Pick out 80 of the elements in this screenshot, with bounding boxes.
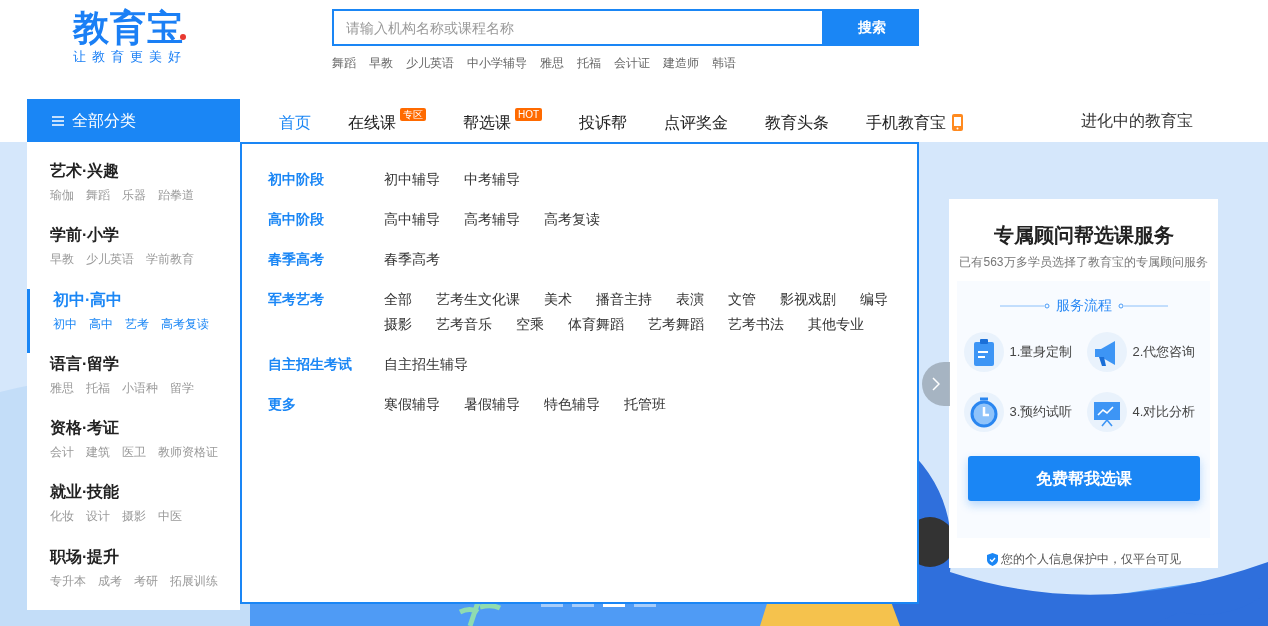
step-label: 2.代您咨询: [1132, 343, 1196, 362]
course-link[interactable]: 高考复读: [544, 208, 600, 230]
nav-tab[interactable]: 投诉帮: [579, 107, 628, 134]
course-link[interactable]: 春季高考: [384, 248, 440, 270]
course-link[interactable]: 体育舞蹈: [568, 313, 624, 335]
hot-search-link[interactable]: 韩语: [712, 54, 736, 72]
subcategory-link[interactable]: 艺考: [125, 314, 149, 333]
all-categories-button[interactable]: 全部分类: [27, 99, 240, 142]
course-link[interactable]: 艺考生文化课: [436, 288, 520, 310]
card-subtitle: 已有563万多学员选择了教育宝的专属顾问服务: [959, 254, 1208, 271]
section-heading[interactable]: 更多: [268, 393, 384, 415]
chevron-right-icon: [932, 377, 940, 391]
card-title: 专属顾问帮选课服务: [993, 223, 1174, 248]
hot-search-link[interactable]: 早教: [369, 54, 393, 72]
course-link[interactable]: 托管班: [624, 393, 666, 415]
course-link[interactable]: 编导: [860, 288, 888, 310]
hot-search-link[interactable]: 少儿英语: [406, 54, 454, 72]
step-label: 3.预约试听: [1009, 403, 1073, 422]
divider-line-icon: [1117, 302, 1168, 309]
step-label: 1.量身定制: [1009, 343, 1073, 362]
course-link[interactable]: 摄影: [384, 313, 412, 335]
course-link[interactable]: 自主招生辅导: [384, 353, 468, 375]
section-heading[interactable]: 自主招生考试: [268, 353, 384, 375]
course-link[interactable]: 中考辅导: [464, 168, 520, 190]
search-field[interactable]: 请输入机构名称或课程名称: [332, 9, 824, 46]
divider-line-icon: [999, 302, 1050, 309]
nav-badge: HOT: [515, 107, 543, 121]
nav-tab[interactable]: 教育头条: [765, 107, 830, 134]
course-link[interactable]: 初中辅导: [384, 168, 440, 190]
hot-search-link[interactable]: 会计证: [614, 54, 650, 72]
dot-icon: [180, 34, 186, 40]
hot-search-link[interactable]: 托福: [577, 54, 601, 72]
logo-slogan: 让教育更美好: [73, 49, 188, 65]
process-title: 服务流程: [1055, 296, 1112, 315]
course-link[interactable]: 表演: [676, 288, 704, 310]
menu-icon: [52, 115, 64, 126]
course-link[interactable]: 美术: [544, 288, 572, 310]
phone-icon: [952, 113, 964, 131]
nav-tab[interactable]: 在线课 专区: [348, 107, 426, 134]
nav-tab[interactable]: 帮选课 HOT: [463, 107, 543, 134]
course-link[interactable]: 寒假辅导: [384, 393, 440, 415]
nav-tab[interactable]: 首页: [279, 107, 311, 134]
hot-search-link[interactable]: 建造师: [663, 54, 699, 72]
privacy-note: 您的个人信息保护中，仅平台可见: [1000, 551, 1181, 568]
course-link[interactable]: 空乘: [516, 313, 544, 335]
free-course-selection-button[interactable]: 免费帮我选课: [967, 456, 1200, 501]
presentation-board-icon: [1086, 392, 1127, 432]
subcategory-link[interactable]: 初中: [53, 314, 77, 333]
section-heading[interactable]: 高中阶段: [268, 208, 384, 230]
course-link[interactable]: 播音主持: [596, 288, 652, 310]
course-link[interactable]: 特色辅导: [544, 393, 600, 415]
section-heading[interactable]: 军考艺考: [268, 288, 384, 310]
megaphone-icon: [1086, 332, 1127, 372]
course-link[interactable]: 高考辅导: [464, 208, 520, 230]
course-link[interactable]: 艺考音乐: [436, 313, 492, 335]
carousel-next-button[interactable]: [922, 362, 950, 406]
stopwatch-icon: [963, 392, 1004, 432]
hot-search-link[interactable]: 舞蹈: [332, 54, 356, 72]
course-link[interactable]: 暑假辅导: [464, 393, 520, 415]
nav-link[interactable]: 进化中的教育宝: [1081, 108, 1193, 133]
nav-tab[interactable]: 手机教育宝: [866, 107, 964, 134]
nav-badge: 专区: [400, 107, 426, 121]
section-heading[interactable]: 初中阶段: [268, 168, 384, 190]
logo-title[interactable]: 教育宝: [73, 8, 184, 48]
course-link[interactable]: 文管: [728, 288, 756, 310]
search-button[interactable]: 搜索: [824, 9, 919, 46]
course-link[interactable]: 艺考舞蹈: [648, 313, 704, 335]
course-link[interactable]: 艺考书法: [728, 313, 784, 335]
hot-search-link[interactable]: 雅思: [540, 54, 564, 72]
subcategory-link[interactable]: 高中: [89, 314, 113, 333]
course-link[interactable]: 高中辅导: [384, 208, 440, 230]
step-label: 4.对比分析: [1132, 403, 1196, 422]
hot-search-link[interactable]: 中小学辅导: [467, 54, 527, 72]
course-link[interactable]: 全部: [384, 288, 412, 310]
clipboard-icon: [963, 332, 1004, 372]
course-link[interactable]: 影视戏剧: [780, 288, 836, 310]
section-heading[interactable]: 春季高考: [268, 248, 384, 270]
nav-tab[interactable]: 点评奖金: [664, 107, 729, 134]
subcategory-link[interactable]: 高考复读: [161, 314, 209, 333]
course-link[interactable]: 其他专业: [808, 313, 864, 335]
